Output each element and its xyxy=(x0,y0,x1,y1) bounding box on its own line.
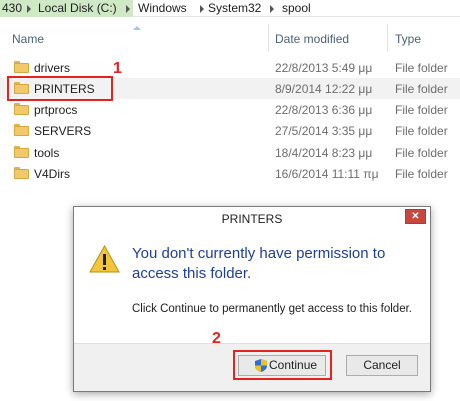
file-date: 8/9/2014 12:22 μμ xyxy=(275,82,373,96)
annotation-marker-2: 2 xyxy=(212,330,221,347)
file-name: SERVERS xyxy=(34,124,92,138)
file-type: File folder xyxy=(395,61,448,75)
file-type: File folder xyxy=(395,167,448,181)
file-name: prtprocs xyxy=(34,103,78,117)
file-type: File folder xyxy=(395,124,448,138)
file-date: 22/8/2013 5:49 μμ xyxy=(275,61,373,75)
breadcrumb-system32[interactable]: System32 xyxy=(208,1,261,15)
sort-arrow-icon xyxy=(133,26,141,30)
annotation-highlight-box xyxy=(7,76,113,101)
column-header-type[interactable]: Type xyxy=(395,32,421,46)
folder-icon xyxy=(14,103,29,115)
column-divider[interactable] xyxy=(268,24,269,52)
cancel-button[interactable]: Cancel xyxy=(346,355,418,376)
folder-icon xyxy=(14,124,29,136)
file-date: 18/4/2014 8:23 μμ xyxy=(275,146,373,160)
close-button[interactable]: ✕ xyxy=(405,209,426,224)
address-bar[interactable]: 430 Local Disk (C:) Windows System32 spo… xyxy=(0,0,460,17)
dialog-main-message: You don't currently have permission to a… xyxy=(132,245,386,282)
breadcrumb-separator-icon[interactable] xyxy=(126,5,130,13)
file-row-tools[interactable]: tools 18/4/2014 8:23 μμ File folder xyxy=(0,142,460,163)
breadcrumb-separator-icon[interactable] xyxy=(27,5,31,13)
dialog-sub-message: Click Continue to permanently get access… xyxy=(132,303,412,315)
file-date: 16/6/2014 11:11 πμ xyxy=(275,167,379,181)
column-header-date-modified[interactable]: Date modified xyxy=(275,32,349,46)
close-icon: ✕ xyxy=(411,211,420,222)
dialog-title: PRINTERS xyxy=(221,212,283,226)
breadcrumb-430[interactable]: 430 xyxy=(2,1,22,15)
file-name: drivers xyxy=(34,61,71,75)
breadcrumb-windows[interactable]: Windows xyxy=(138,1,187,15)
column-divider[interactable] xyxy=(387,24,388,52)
file-date: 22/8/2013 6:36 μμ xyxy=(275,103,373,117)
folder-icon xyxy=(14,167,29,179)
cancel-button-label: Cancel xyxy=(363,358,401,372)
file-date: 27/5/2014 3:35 μμ xyxy=(275,124,373,138)
breadcrumb-separator-icon[interactable] xyxy=(200,5,204,13)
file-row-prtprocs[interactable]: prtprocs 22/8/2013 6:36 μμ File folder xyxy=(0,99,460,120)
breadcrumb-separator-icon[interactable] xyxy=(270,5,274,13)
breadcrumb-local-disk[interactable]: Local Disk (C:) xyxy=(38,1,117,15)
folder-icon xyxy=(14,61,29,73)
file-row-servers[interactable]: SERVERS 27/5/2014 3:35 μμ File folder xyxy=(0,120,460,141)
file-name: V4Dirs xyxy=(34,167,71,181)
annotation-highlight-box xyxy=(233,350,332,380)
column-header-name[interactable]: Name xyxy=(12,32,44,46)
file-row-drivers[interactable]: drivers 22/8/2013 5:49 μμ File folder xyxy=(0,57,460,78)
file-type: File folder xyxy=(395,82,448,96)
file-name: tools xyxy=(34,146,60,160)
annotation-marker-1: 1 xyxy=(113,60,122,77)
file-row-v4dirs[interactable]: V4Dirs 16/6/2014 11:11 πμ File folder xyxy=(0,163,460,184)
folder-icon xyxy=(14,146,29,158)
file-type: File folder xyxy=(395,103,448,117)
warning-icon xyxy=(89,245,120,273)
file-type: File folder xyxy=(395,146,448,160)
breadcrumb-spool[interactable]: spool xyxy=(282,1,311,15)
